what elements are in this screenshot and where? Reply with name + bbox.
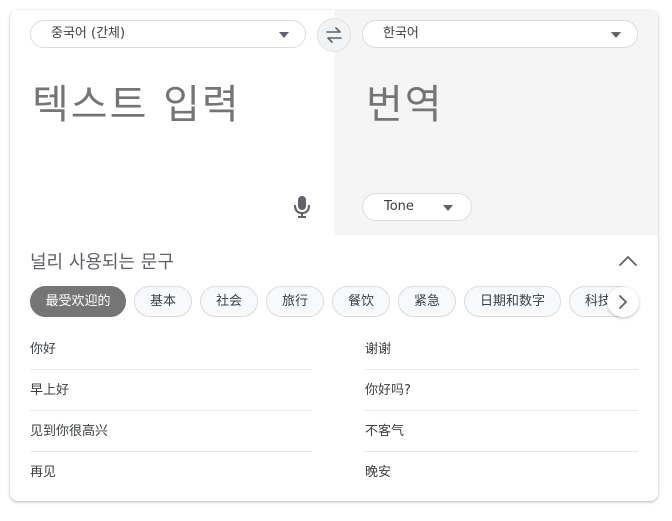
translation-output: 번역 [366, 82, 444, 128]
phrase-item[interactable]: 谢谢 [365, 329, 638, 370]
source-language-label: 중국어 (간체) [51, 26, 126, 41]
chevron-right-icon [619, 295, 627, 309]
chip-travel[interactable]: 旅行 [266, 286, 324, 317]
source-text-input[interactable]: 텍스트 입력 [32, 72, 241, 130]
chip-most-popular[interactable]: 最受欢迎的 [30, 286, 126, 317]
caret-down-icon [611, 32, 621, 38]
phrase-item[interactable]: 再见 [30, 452, 312, 493]
phrase-category-chips: 最受欢迎的 基本 社会 旅行 餐饮 紧急 日期和数字 科技 [30, 286, 638, 318]
tone-label: Tone [384, 199, 414, 214]
caret-down-icon [443, 205, 453, 211]
chips-next-button[interactable] [607, 287, 639, 317]
phrase-item[interactable]: 早上好 [30, 370, 312, 411]
chip-basic[interactable]: 基本 [134, 286, 192, 317]
chip-dining[interactable]: 餐饮 [332, 286, 390, 317]
chevron-up-icon[interactable] [617, 252, 639, 270]
source-language-select[interactable]: 중국어 (간체) [30, 20, 306, 48]
swap-languages-button[interactable] [317, 18, 351, 52]
phrase-item[interactable]: 晚安 [365, 452, 638, 493]
target-language-label: 한국어 [383, 26, 419, 41]
phrase-item[interactable]: 你好 [30, 329, 312, 370]
translation-panel: 텍스트 입력 번역 중국어 (간체) 한국어 Tone [10, 10, 658, 235]
chip-social[interactable]: 社会 [200, 286, 258, 317]
translate-card: 텍스트 입력 번역 중국어 (간체) 한국어 Tone 널리 사용되는 문구 最… [10, 10, 658, 501]
microphone-icon[interactable] [292, 194, 312, 220]
chip-dates-numbers[interactable]: 日期和数字 [464, 286, 561, 317]
tone-select[interactable]: Tone [362, 193, 472, 221]
phrase-item[interactable]: 见到你很高兴 [30, 411, 312, 452]
target-language-select[interactable]: 한국어 [362, 20, 638, 48]
phrases-section-title: 널리 사용되는 문구 [30, 252, 174, 273]
caret-down-icon [279, 32, 289, 38]
phrase-item[interactable]: 你好吗? [365, 370, 638, 411]
swap-arrows-icon [326, 27, 342, 43]
chip-emergency[interactable]: 紧急 [398, 286, 456, 317]
phrase-item[interactable]: 不客气 [365, 411, 638, 452]
